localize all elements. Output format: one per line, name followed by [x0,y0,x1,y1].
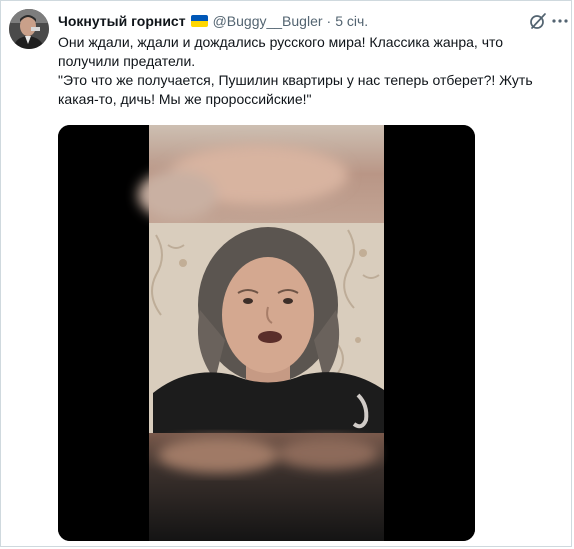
tweet-text-line-1: Они ждали, ждали и дождались русского ми… [58,34,504,69]
tweet-header: Чокнутый горнист @Buggy__Bugler · 5 січ. [58,11,368,31]
tweet-video[interactable] [58,125,475,541]
video-frame [58,125,475,541]
author-avatar[interactable] [9,9,49,49]
tweet-timestamp[interactable]: 5 січ. [335,13,368,29]
more-options-icon[interactable] [550,11,570,31]
author-name[interactable]: Чокнутый горнист [58,13,186,29]
avatar-image [9,9,49,49]
ukraine-flag-icon [190,15,208,27]
separator-dot: · [326,13,332,29]
tweet-text-line-2: "Это что же получается, Пушилин квартиры… [58,72,533,107]
author-handle[interactable]: @Buggy__Bugler [213,13,323,29]
tweet-text: Они ждали, ждали и дождались русского ми… [58,33,563,109]
tweet-card[interactable]: Чокнутый горнист @Buggy__Bugler · 5 січ.… [0,0,572,547]
grok-icon[interactable] [528,11,548,31]
